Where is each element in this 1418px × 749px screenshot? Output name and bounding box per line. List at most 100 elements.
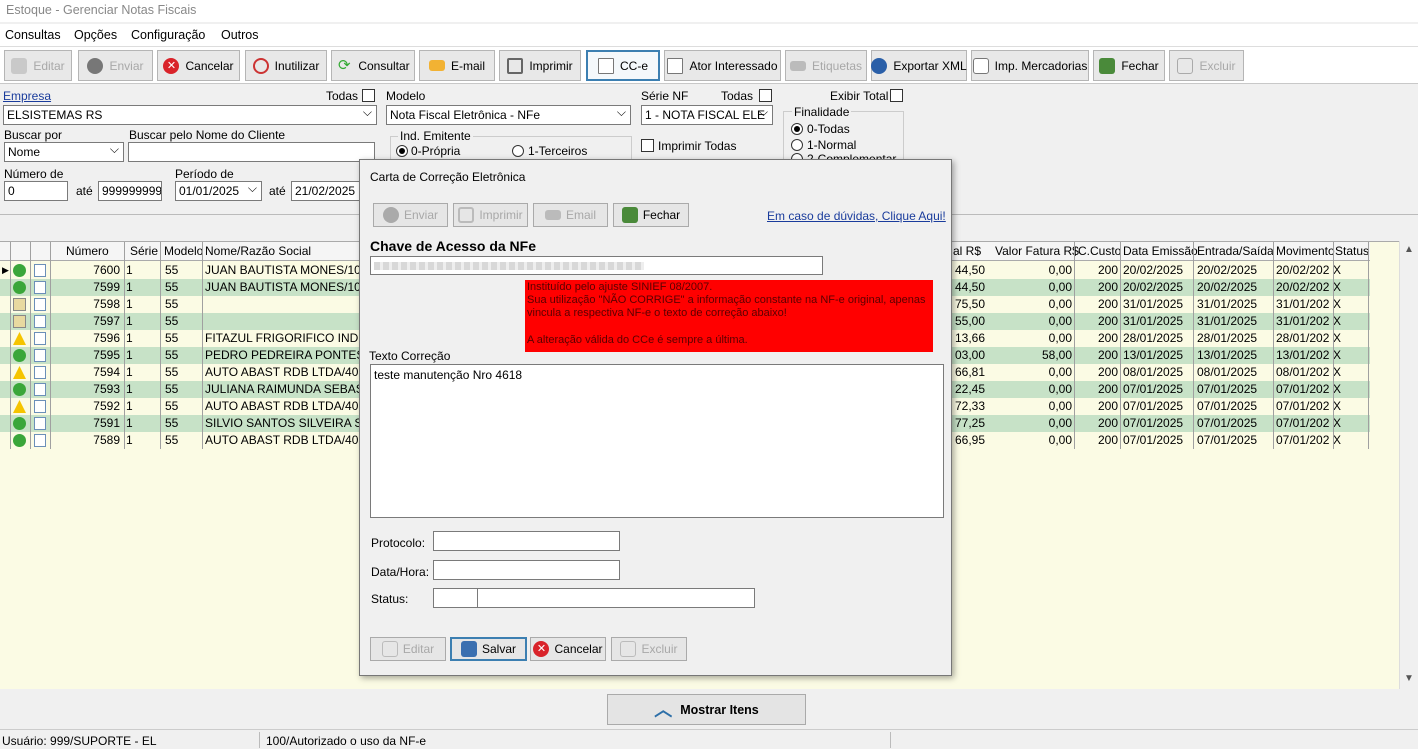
document-icon [597, 57, 614, 74]
menu-configuracao[interactable]: Configuração [131, 28, 205, 42]
texto-correcao-label: Texto Correção [369, 349, 451, 363]
chave-blurred-value [374, 262, 644, 270]
dialog-salvar-button[interactable]: Salvar [450, 637, 527, 661]
duvidas-link[interactable]: Em caso de dúvidas, Clique Aqui! [767, 209, 946, 223]
menu-outros[interactable]: Outros [221, 28, 259, 42]
status-code-input[interactable] [433, 588, 478, 608]
cell-status: X [1333, 382, 1342, 396]
consultar-button[interactable]: ⟳ Consultar [331, 50, 415, 81]
exibir-total-checkbox[interactable] [890, 89, 903, 102]
column-separator [1074, 242, 1075, 449]
exportar-xml-button[interactable]: Exportar XML [871, 50, 967, 81]
numero-ate-input[interactable]: 999999999 [98, 181, 162, 201]
cell-fatura: 0,00 [1048, 331, 1072, 345]
imp-mercadorias-button[interactable]: Imp. Mercadorias [971, 50, 1089, 81]
terceiros-radio[interactable] [512, 145, 524, 157]
cell-entrada: 07/01/2025 [1197, 433, 1258, 447]
empresa-label[interactable]: Empresa [3, 89, 51, 103]
col-nome[interactable]: Nome/Razão Social [205, 244, 311, 258]
ate-periodo-label: até [269, 184, 286, 198]
col-movimento[interactable]: Movimento [1276, 244, 1335, 258]
col-data-emissao[interactable]: Data Emissão [1123, 244, 1198, 258]
col-modelo[interactable]: Modelo [164, 244, 203, 258]
col-entrada-saida[interactable]: Entrada/Saída [1197, 244, 1274, 258]
periodo-ate-input[interactable]: 21/02/2025 [291, 181, 361, 201]
ator-interessado-button[interactable]: Ator Interessado [664, 50, 781, 81]
document-icon [34, 417, 46, 430]
cell-nome: JULIANA RAIMUNDA SEBAS [205, 382, 364, 396]
block-icon [252, 57, 269, 74]
finalidade-todas-radio[interactable] [791, 123, 803, 135]
protocolo-input[interactable] [433, 531, 620, 551]
cce-button[interactable]: CC-e [586, 50, 660, 81]
cell-entrada: 07/01/2025 [1197, 399, 1258, 413]
buscar-por-select[interactable]: Nome [4, 142, 124, 162]
dialog-enviar-button[interactable]: Enviar [373, 203, 448, 227]
periodo-de-input[interactable]: 01/01/2025 [175, 181, 262, 201]
col-valor-fatura[interactable]: Valor Fatura R$ [995, 244, 1079, 258]
mostrar-itens-button[interactable]: ︿ Mostrar Itens [607, 694, 806, 725]
mail-icon [544, 210, 561, 220]
serie-select[interactable]: 1 - NOTA FISCAL ELE [641, 105, 773, 125]
warning-icon [13, 366, 26, 379]
col-status[interactable]: Status [1335, 244, 1369, 258]
chave-input[interactable] [370, 256, 823, 275]
inutilizar-button[interactable]: Inutilizar [245, 50, 327, 81]
exit-icon [621, 207, 638, 223]
column-separator [1120, 242, 1121, 449]
menu-consultas[interactable]: Consultas [5, 28, 61, 42]
cell-fatura: 0,00 [1048, 399, 1072, 413]
cell-emissao: 31/01/2025 [1123, 297, 1184, 311]
todas-serie-checkbox[interactable] [759, 89, 772, 102]
status-bar: Usuário: 999/SUPORTE - EL 100/Autorizado… [0, 729, 1418, 749]
imprimir-button[interactable]: Imprimir [499, 50, 581, 81]
cell-entrada: 31/01/2025 [1197, 314, 1258, 328]
scroll-down-icon[interactable]: ▼ [1404, 673, 1414, 684]
document-icon [34, 298, 46, 311]
fechar-button[interactable]: Fechar [1093, 50, 1165, 81]
dialog-editar-button[interactable]: Editar [370, 637, 446, 661]
finalidade-normal-radio[interactable] [791, 139, 803, 151]
cell-status: X [1333, 314, 1342, 328]
status-desc-input[interactable] [477, 588, 755, 608]
todas-empresa-checkbox[interactable] [362, 89, 375, 102]
texto-correcao-textarea[interactable]: teste manutenção Nro 4618 [370, 364, 944, 518]
cell-entrada: 13/01/2025 [1197, 348, 1258, 362]
excluir-button[interactable]: Excluir [1169, 50, 1244, 81]
col-ccusto[interactable]: C.Custo [1078, 244, 1121, 258]
col-serie[interactable]: Série [130, 244, 158, 258]
buscar-nome-input[interactable] [128, 142, 375, 162]
cell-ccusto: 200 [1097, 433, 1118, 447]
cell-total: 66,95 [955, 433, 986, 447]
numero-de-input[interactable]: 0 [4, 181, 68, 201]
cancelar-button[interactable]: ✕ Cancelar [157, 50, 240, 81]
dialog-cancelar-button[interactable]: ✕ Cancelar [530, 637, 606, 661]
delete-icon [620, 641, 637, 657]
email-button[interactable]: E-mail [419, 50, 495, 81]
cell-total: 13,66 [955, 331, 986, 345]
modelo-select[interactable]: Nota Fiscal Eletrônica - NFe [386, 105, 631, 125]
scroll-up-icon[interactable]: ▲ [1404, 244, 1414, 255]
cell-total: 44,50 [955, 280, 986, 294]
cell-status: X [1333, 263, 1342, 277]
dialog-excluir-button[interactable]: Excluir [611, 637, 687, 661]
col-total[interactable]: al R$ [953, 244, 981, 258]
imprimir-todas-checkbox[interactable] [641, 139, 654, 152]
grid-scrollbar[interactable]: ▲ ▼ [1399, 241, 1418, 689]
propria-radio[interactable] [396, 145, 408, 157]
todas-serie-label: Todas [721, 89, 754, 103]
datahora-input[interactable] [433, 560, 620, 580]
dialog-fechar-button[interactable]: Fechar [613, 203, 689, 227]
dialog-email-button[interactable]: Email [533, 203, 608, 227]
enviar-button[interactable]: Enviar [78, 50, 153, 81]
col-numero[interactable]: Número [66, 244, 109, 258]
cell-ccusto: 200 [1097, 365, 1118, 379]
etiquetas-button[interactable]: Etiquetas [785, 50, 867, 81]
dialog-imprimir-button[interactable]: Imprimir [453, 203, 528, 227]
empresa-select[interactable]: ELSISTEMAS RS [3, 105, 377, 125]
editar-button[interactable]: Editar [4, 50, 72, 81]
cell-total: 03,00 [955, 348, 986, 362]
cell-ccusto: 200 [1097, 314, 1118, 328]
cell-mov: 20/02/202 [1276, 280, 1330, 294]
menu-opcoes[interactable]: Opções [74, 28, 117, 42]
